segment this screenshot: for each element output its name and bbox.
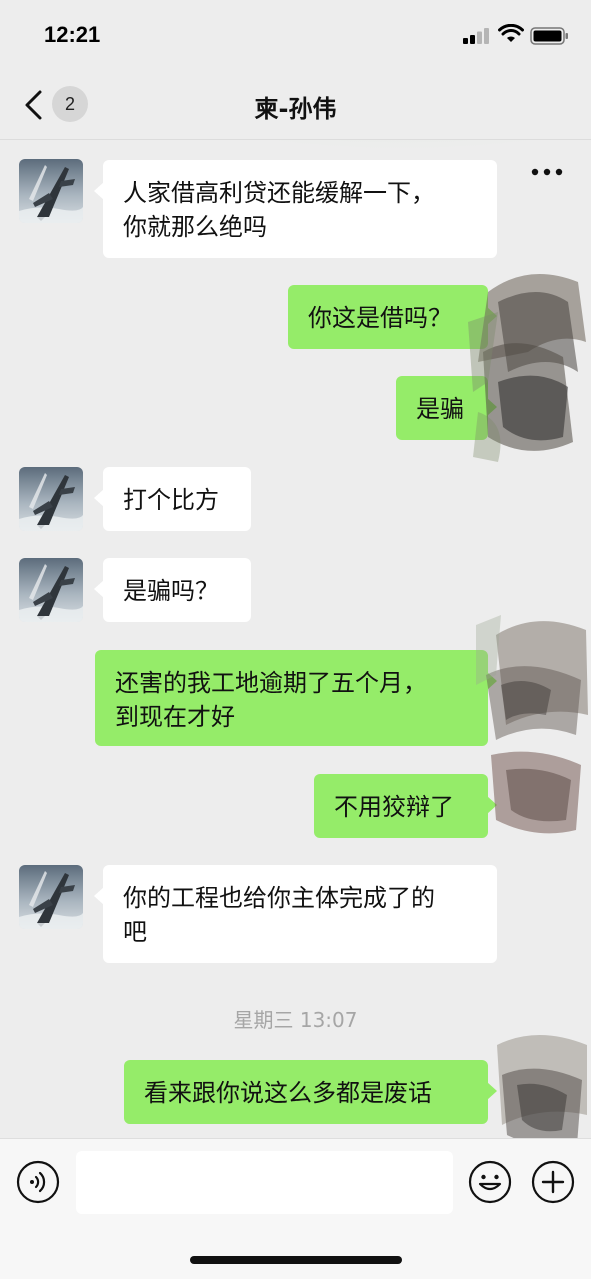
more-icon[interactable] [530, 164, 564, 180]
message-line: 人家借高利贷还能缓解一下， [123, 179, 435, 207]
message-bubble-outgoing[interactable]: 还害的我工地逾期了五个月， 到现在才好 [95, 650, 497, 746]
message-bubble-outgoing[interactable]: 不用狡辩了 [314, 774, 497, 838]
contact-avatar[interactable] [19, 558, 83, 622]
chat-title: 柬-孙伟 [254, 95, 337, 123]
status-time: 12:21 [44, 22, 101, 47]
message-line: 打个比方 [123, 486, 219, 514]
voice-icon[interactable] [16, 1160, 60, 1204]
battery-icon [530, 27, 568, 45]
message-bubble-incoming[interactable]: 打个比方 [94, 467, 251, 531]
plus-icon[interactable] [531, 1160, 575, 1204]
redacted-avatar-scribble [476, 615, 588, 834]
message-line: 是骗 [416, 395, 464, 423]
message-line: 到现在才好 [115, 703, 235, 731]
message-line: 你这是借吗？ [308, 304, 452, 332]
wifi-icon [498, 24, 524, 42]
emoji-icon[interactable] [468, 1160, 512, 1204]
contact-avatar[interactable] [19, 467, 83, 531]
redacted-avatar-scribble [497, 1035, 587, 1147]
message-input[interactable] [76, 1151, 453, 1214]
home-indicator [190, 1256, 402, 1264]
message-line: 不用狡辩了 [334, 793, 454, 821]
message-bubble-incoming[interactable]: 你的工程也给你主体完成了的 吧 [94, 865, 497, 963]
message-line: 吧 [123, 918, 147, 946]
message-line: 你就那么绝吗 [123, 213, 267, 241]
redacted-avatar-scribble [468, 274, 586, 462]
message-line: 你的工程也给你主体完成了的 [123, 884, 435, 912]
message-bubble-incoming[interactable]: 人家借高利贷还能缓解一下， 你就那么绝吗 [94, 160, 497, 258]
message-line: 还害的我工地逾期了五个月， [115, 669, 427, 697]
message-line: 是骗吗？ [123, 577, 219, 605]
message-bubble-incoming[interactable]: 是骗吗？ [94, 558, 251, 622]
status-bar: 12:21 [0, 0, 591, 68]
message-bubble-outgoing[interactable]: 你这是借吗？ [288, 285, 497, 349]
signal-icon [463, 28, 489, 44]
contact-avatar[interactable] [19, 865, 83, 929]
message-line: 看来跟你说这么多都是废话 [144, 1079, 432, 1107]
contact-avatar[interactable] [19, 159, 83, 223]
message-bubble-outgoing[interactable]: 看来跟你说这么多都是废话 [124, 1060, 497, 1124]
